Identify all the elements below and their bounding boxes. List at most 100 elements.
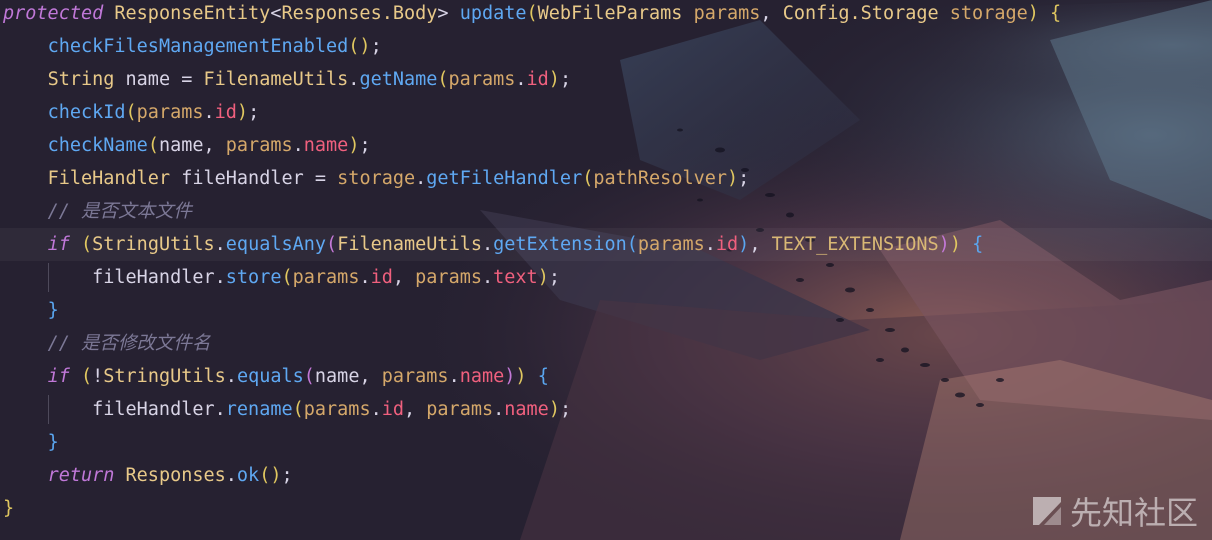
- code-token: ): [727, 168, 739, 189]
- code-token: .: [481, 267, 494, 288]
- code-token: .: [448, 366, 460, 387]
- code-token: {: [537, 366, 549, 387]
- code-line[interactable]: FileHandler fileHandler = storage.getFil…: [0, 162, 1212, 195]
- code-token: .: [214, 267, 226, 288]
- code-token: ;: [281, 465, 293, 486]
- code-token: .: [292, 135, 304, 156]
- code-token: name: [303, 135, 349, 156]
- code-token: getName: [359, 69, 438, 90]
- code-token: id: [526, 69, 549, 90]
- code-editor[interactable]: protected ResponseEntity<Responses.Body>…: [0, 0, 1212, 540]
- code-token: (: [147, 135, 159, 156]
- code-line[interactable]: checkName(name, params.name);: [0, 129, 1212, 162]
- code-token: ResponseEntity: [114, 3, 271, 24]
- code-line[interactable]: String name = FilenameUtils.getName(para…: [0, 63, 1212, 96]
- code-line[interactable]: }: [0, 294, 1212, 327]
- code-token: params: [426, 399, 494, 420]
- code-token: .: [493, 399, 505, 420]
- code-token: pathResolver: [593, 168, 728, 189]
- code-line[interactable]: if (StringUtils.equalsAny(FilenameUtils.…: [0, 228, 1212, 261]
- code-token: params: [381, 366, 449, 387]
- code-line[interactable]: // 是否文本文件: [0, 195, 1212, 228]
- code-line[interactable]: protected ResponseEntity<Responses.Body>…: [0, 0, 1212, 30]
- code-token: ): [548, 399, 560, 420]
- code-token: ,: [404, 399, 427, 420]
- code-token: (: [125, 102, 137, 123]
- code-token: ): [938, 234, 950, 255]
- code-comment: // 是否修改文件名: [47, 333, 211, 354]
- code-token: protected: [3, 3, 104, 24]
- code-token: store: [225, 267, 282, 288]
- code-token: ;: [559, 399, 572, 420]
- code-comment: // 是否文本文件: [47, 201, 192, 222]
- code-token: ): [949, 234, 961, 255]
- code-token: fileHandler =: [170, 168, 338, 189]
- code-token: return: [47, 465, 115, 486]
- code-token: }: [47, 300, 59, 321]
- code-token: params: [303, 399, 371, 420]
- code-token: params: [637, 234, 705, 255]
- code-token: .: [704, 234, 716, 255]
- code-token: if: [47, 366, 70, 387]
- code-token: .: [370, 399, 382, 420]
- code-token: Responses: [125, 465, 226, 486]
- code-token: ): [348, 135, 360, 156]
- code-token: (: [582, 168, 594, 189]
- code-token: getExtension: [493, 234, 627, 255]
- code-token: (: [292, 399, 304, 420]
- code-token: .: [214, 399, 226, 420]
- code-token: .: [203, 102, 215, 123]
- watermark: 先知社区: [1030, 488, 1198, 534]
- code-token: FilenameUtils: [337, 234, 482, 255]
- code-token: (): [348, 36, 371, 57]
- code-token: ): [504, 366, 516, 387]
- code-token: storage: [337, 168, 416, 189]
- code-token: storage: [949, 3, 1028, 24]
- indent-guide: [48, 395, 49, 424]
- code-token: FilenameUtils: [203, 69, 349, 90]
- code-token: name,: [158, 135, 226, 156]
- code-token: .: [225, 366, 237, 387]
- code-token: .: [359, 267, 371, 288]
- code-token: params: [415, 267, 482, 288]
- code-token: params: [136, 102, 204, 123]
- code-line[interactable]: fileHandler.rename(params.id, params.nam…: [0, 393, 1212, 426]
- code-token: <: [270, 3, 282, 24]
- code-token: ): [515, 366, 527, 387]
- code-token: }: [47, 432, 59, 453]
- code-token: Responses.Body: [281, 3, 438, 24]
- code-token: >: [437, 3, 449, 24]
- code-token: .: [515, 69, 527, 90]
- code-line[interactable]: if (!StringUtils.equals(name, params.nam…: [0, 360, 1212, 393]
- code-token: params: [225, 135, 293, 156]
- code-token: name =: [114, 69, 204, 90]
- code-token: text: [493, 267, 538, 288]
- code-token: ): [236, 102, 249, 123]
- code-token: id: [715, 234, 739, 255]
- code-token: (: [303, 366, 315, 387]
- code-line[interactable]: checkId(params.id);: [0, 96, 1212, 129]
- code-token: fileHandler: [92, 399, 215, 420]
- code-token: ): [548, 69, 560, 90]
- code-token: update: [459, 3, 527, 24]
- code-token: ;: [248, 102, 260, 123]
- code-token: (: [80, 234, 93, 255]
- code-token: {: [1050, 3, 1062, 24]
- code-token: checkName: [47, 135, 148, 156]
- code-token: ,: [392, 267, 416, 288]
- code-line[interactable]: checkFilesManagementEnabled();: [0, 30, 1212, 63]
- code-line[interactable]: fileHandler.store(params.id, params.text…: [0, 261, 1212, 294]
- code-line[interactable]: // 是否修改文件名: [0, 327, 1212, 360]
- code-token: (: [80, 366, 93, 387]
- code-token: StringUtils: [103, 366, 226, 387]
- code-line[interactable]: }: [0, 426, 1212, 459]
- code-token: String: [47, 69, 115, 90]
